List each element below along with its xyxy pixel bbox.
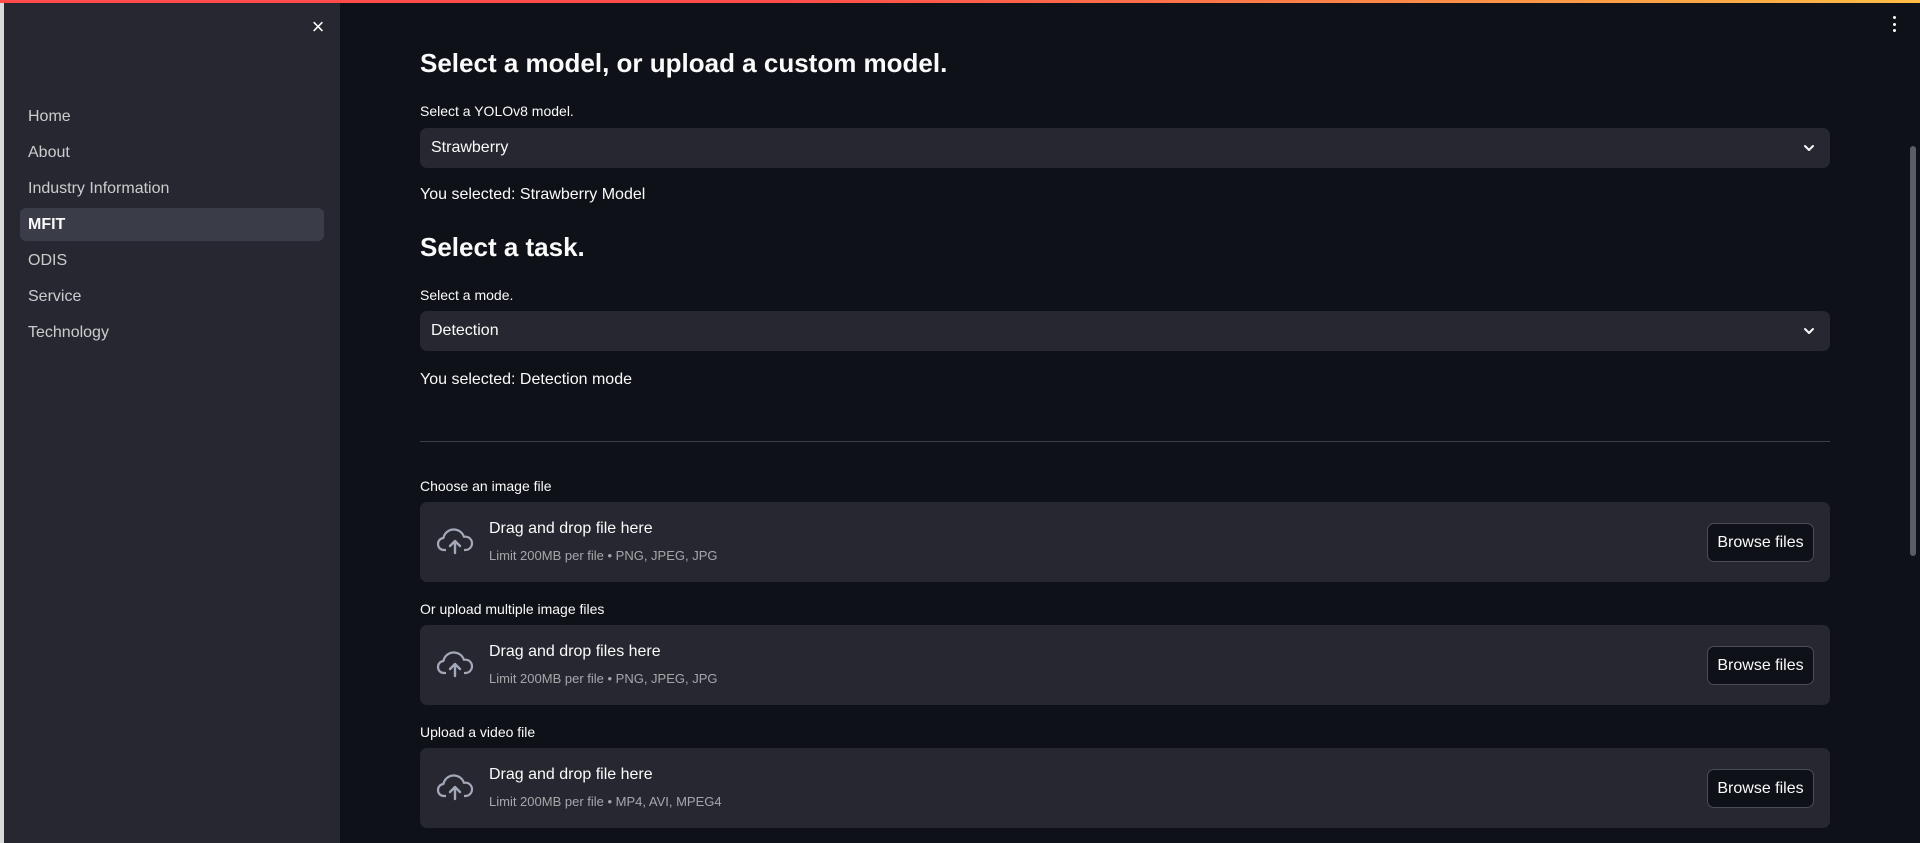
model-select-label: Select a YOLOv8 model.	[420, 103, 574, 119]
sidebar-item-home[interactable]: Home	[20, 100, 324, 133]
chevron-down-icon	[1804, 145, 1814, 151]
scrollbar[interactable]	[1910, 146, 1916, 556]
cloud-upload-icon	[436, 774, 474, 801]
video-uploader-label: Upload a video file	[420, 724, 536, 740]
more-vertical-icon[interactable]	[1888, 12, 1900, 36]
sidebar-item-industry-information[interactable]: Industry Information	[20, 172, 324, 205]
browse-files-button[interactable]: Browse files	[1707, 646, 1814, 685]
cloud-upload-icon	[436, 528, 474, 555]
sidebar-item-service[interactable]: Service	[20, 280, 324, 313]
model-heading: Select a model, or upload a custom model…	[420, 48, 948, 78]
dropzone-limit-text: Limit 200MB per file • PNG, JPEG, JPG	[489, 548, 718, 563]
model-selected-text: You selected: Strawberry Model	[420, 186, 646, 203]
browse-files-button[interactable]: Browse files	[1707, 769, 1814, 808]
close-icon[interactable]: ×	[304, 13, 332, 41]
dropzone-primary-text: Drag and drop file here	[489, 520, 653, 537]
sidebar-item-technology[interactable]: Technology	[20, 316, 324, 349]
sidebar-item-about[interactable]: About	[20, 136, 324, 169]
model-select-value: Strawberry	[431, 139, 509, 156]
dropzone-primary-text: Drag and drop files here	[489, 643, 661, 660]
chevron-down-icon	[1804, 328, 1814, 334]
menu-dot	[1892, 16, 1896, 19]
sidebar-item-odis[interactable]: ODIS	[20, 244, 324, 277]
image-file-dropzone[interactable]: Drag and drop file here Limit 200MB per …	[420, 502, 1830, 582]
video-file-dropzone[interactable]: Drag and drop file here Limit 200MB per …	[420, 748, 1830, 828]
dropzone-limit-text: Limit 200MB per file • PNG, JPEG, JPG	[489, 671, 718, 686]
divider	[420, 441, 1830, 442]
menu-dot	[1892, 22, 1896, 26]
image-uploader-label: Choose an image file	[420, 478, 552, 494]
dropzone-limit-text: Limit 200MB per file • MP4, AVI, MPEG4	[489, 794, 722, 809]
task-heading: Select a task.	[420, 232, 585, 262]
model-select[interactable]: Strawberry	[420, 128, 1830, 168]
multi-image-uploader-label: Or upload multiple image files	[420, 601, 605, 617]
browse-files-button[interactable]: Browse files	[1707, 523, 1814, 562]
mode-select-label: Select a mode.	[420, 287, 514, 303]
multi-image-dropzone[interactable]: Drag and drop files here Limit 200MB per…	[420, 625, 1830, 705]
sidebar-item-mfit[interactable]: MFIT	[20, 208, 324, 241]
mode-select[interactable]: Detection	[420, 311, 1830, 351]
mode-selected-text: You selected: Detection mode	[420, 371, 632, 388]
cloud-upload-icon	[436, 651, 474, 678]
top-decoration-bar	[0, 0, 1920, 3]
dropzone-primary-text: Drag and drop file here	[489, 766, 653, 783]
sidebar: × Home About Industry Information MFIT O…	[4, 0, 340, 843]
mode-select-value: Detection	[431, 322, 499, 339]
menu-dot	[1892, 29, 1896, 32]
sidebar-nav: Home About Industry Information MFIT ODI…	[20, 100, 324, 352]
